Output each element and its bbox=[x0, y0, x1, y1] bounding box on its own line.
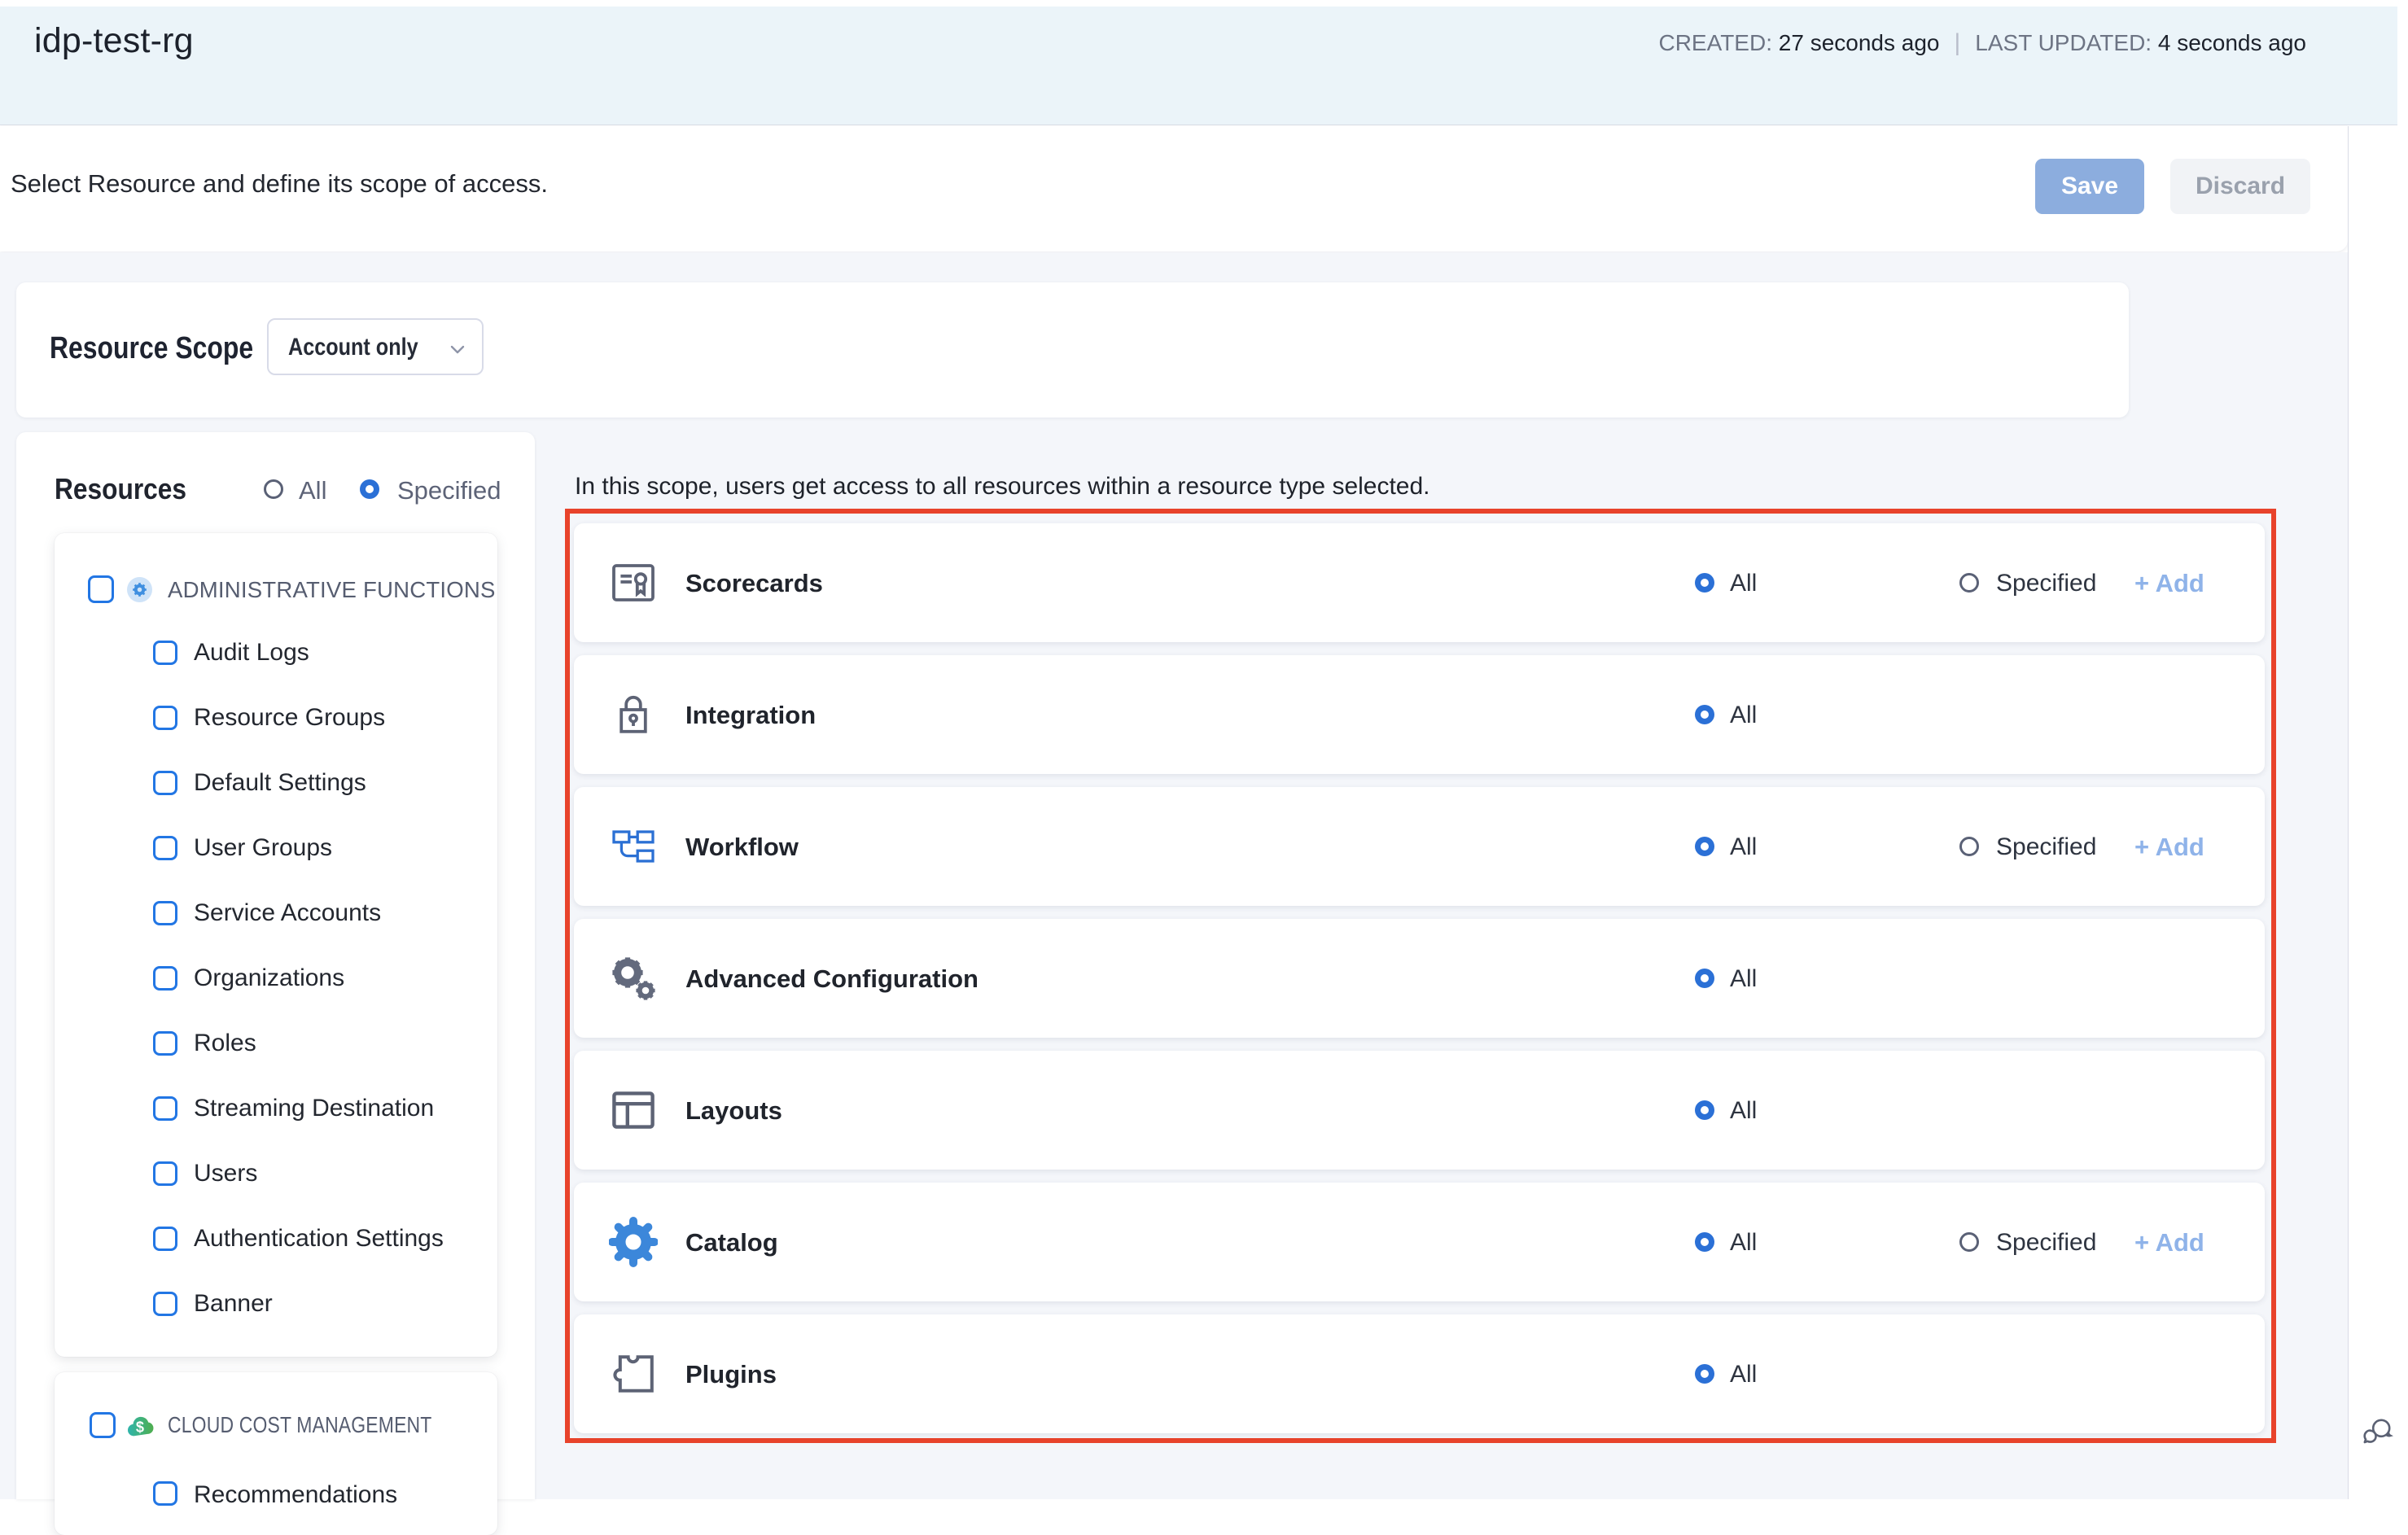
svg-text:$: $ bbox=[136, 1419, 144, 1436]
